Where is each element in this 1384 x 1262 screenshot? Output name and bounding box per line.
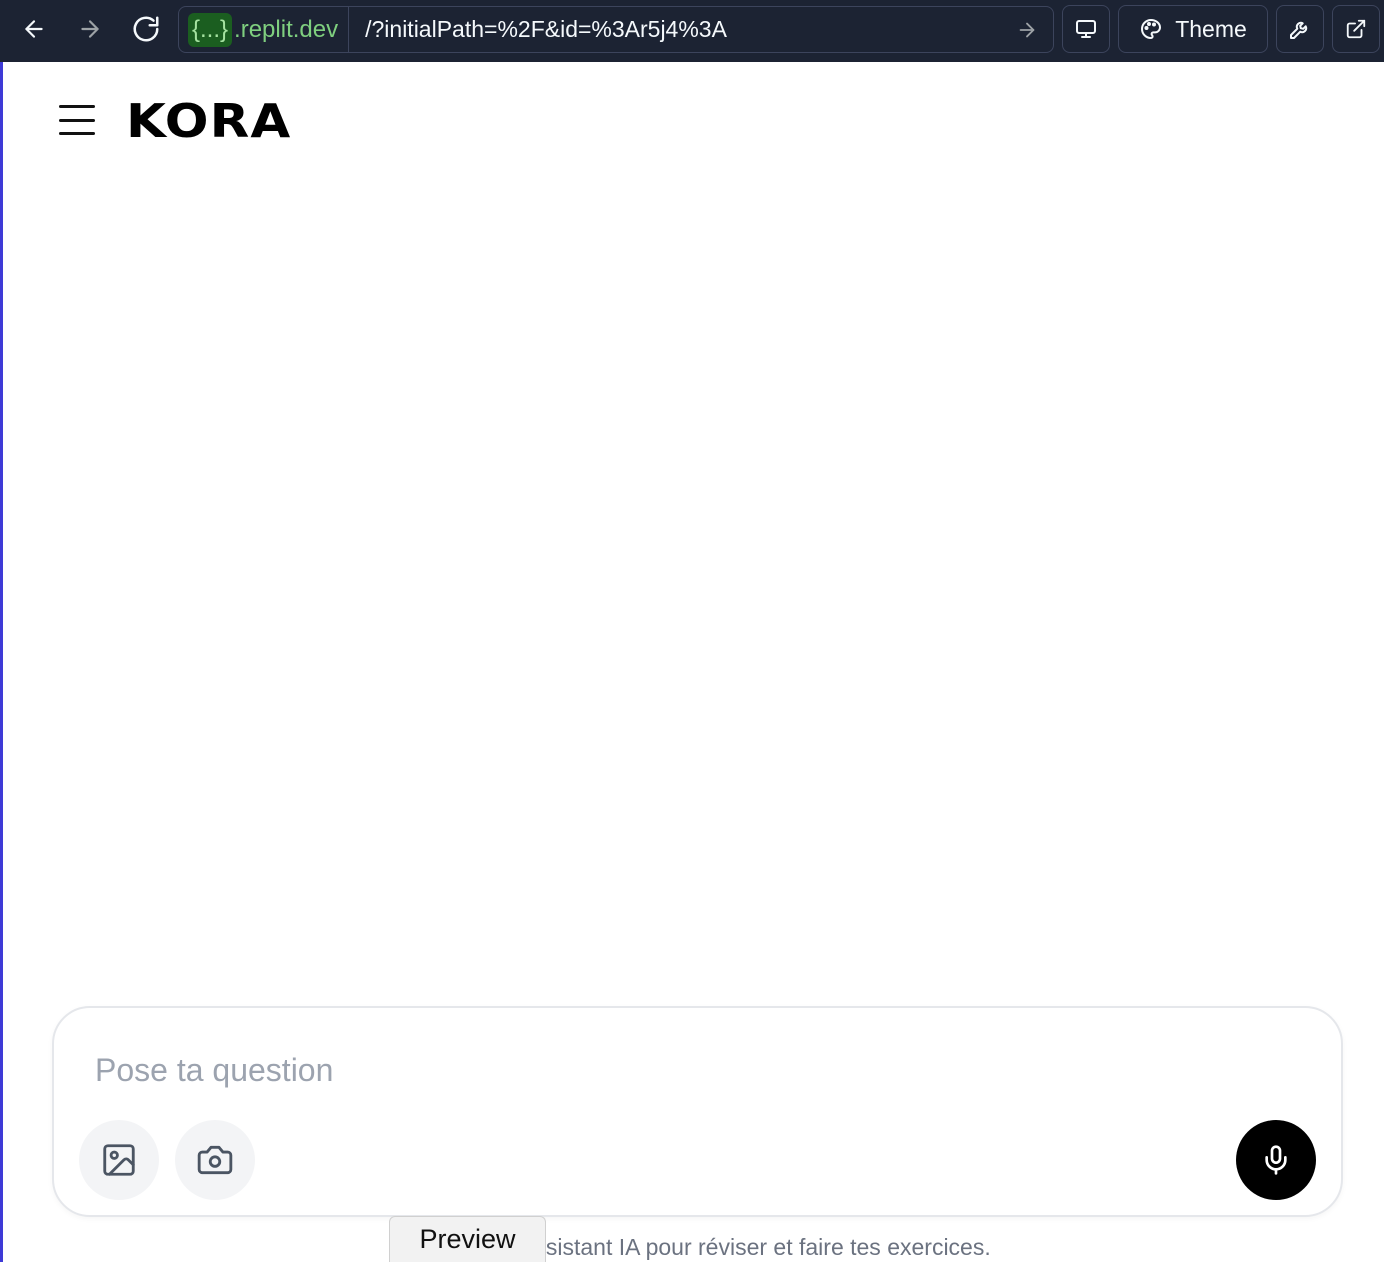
reload-icon	[133, 16, 159, 42]
menu-icon-bar	[59, 105, 95, 108]
chat-composer	[52, 1006, 1343, 1217]
theme-button[interactable]: Theme	[1118, 5, 1268, 53]
go-arrow-icon	[1019, 22, 1035, 37]
image-icon	[103, 1144, 135, 1176]
upload-image-button[interactable]	[79, 1120, 159, 1200]
address-bar[interactable]: {...} .replit.dev /?initialPath=%2F&id=%…	[178, 6, 1054, 53]
app-logo: KORA	[126, 94, 292, 148]
domain-text: .replit.dev	[234, 15, 339, 43]
back-button[interactable]	[14, 8, 54, 50]
go-button[interactable]	[1009, 12, 1045, 48]
app-viewport: KORA KORA, ton assistant IA pour réviser…	[0, 62, 1384, 1262]
camera-button[interactable]	[175, 1120, 255, 1200]
menu-icon-bar	[59, 118, 95, 122]
open-new-tab-button[interactable]	[1332, 5, 1380, 53]
domain-chip: {...} .replit.dev	[179, 7, 350, 52]
menu-icon-bar	[59, 132, 95, 135]
domain-braces: {...}	[188, 12, 233, 47]
palette-icon	[1141, 19, 1162, 39]
back-arrow-icon	[25, 20, 43, 38]
theme-label: Theme	[1175, 15, 1247, 42]
microphone-icon	[1265, 1145, 1287, 1175]
external-link-icon	[1346, 19, 1366, 39]
footer-disclaimer: KORA, ton assistant IA pour réviser et f…	[405, 1234, 991, 1260]
url-path[interactable]: /?initialPath=%2F&id=%3Ar5j4%3A	[365, 16, 1009, 43]
preview-tab[interactable]: Preview	[389, 1216, 546, 1262]
forward-arrow-icon	[81, 20, 99, 38]
wrench-icon	[1290, 21, 1308, 39]
camera-icon	[197, 1145, 233, 1175]
device-preview-button[interactable]	[1062, 5, 1110, 53]
browser-toolbar: {...} .replit.dev /?initialPath=%2F&id=%…	[0, 0, 1384, 62]
monitor-icon	[1076, 20, 1096, 38]
reload-button[interactable]	[126, 8, 166, 50]
menu-button[interactable]	[55, 100, 99, 140]
question-input[interactable]	[95, 1048, 1195, 1092]
forward-button[interactable]	[70, 8, 110, 50]
voice-input-button[interactable]	[1236, 1120, 1316, 1200]
devtools-button[interactable]	[1276, 5, 1324, 53]
